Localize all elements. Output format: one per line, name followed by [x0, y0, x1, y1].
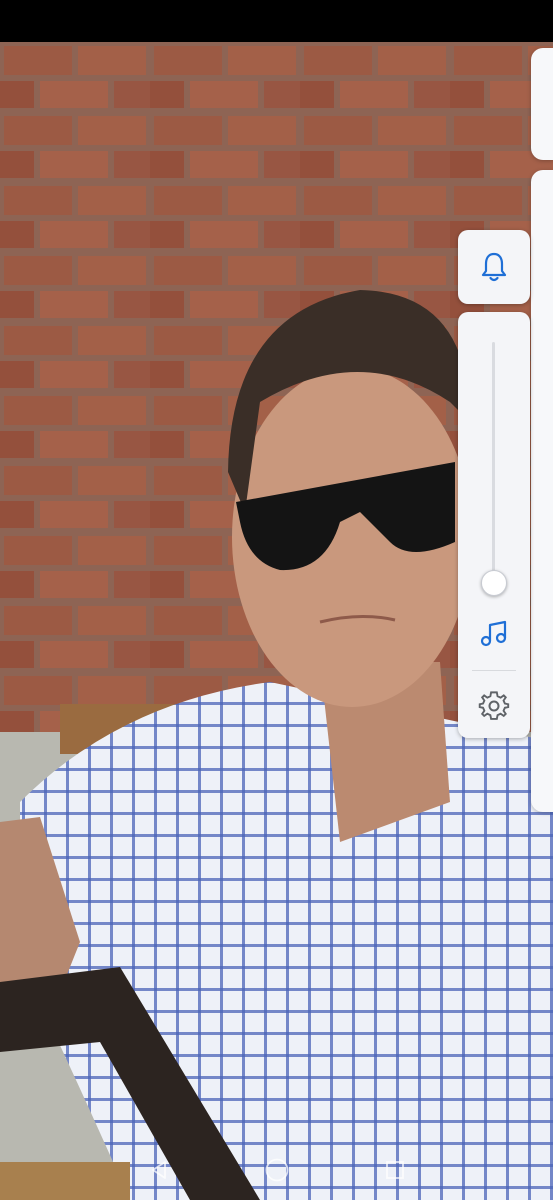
navigation-bar — [0, 1140, 553, 1200]
edge-panel-card-top[interactable] — [531, 48, 553, 160]
recents-square-icon — [385, 1161, 404, 1179]
volume-panel — [458, 312, 530, 738]
back-triangle-icon — [151, 1161, 166, 1179]
gear-icon — [478, 691, 510, 720]
volume-panel-divider — [472, 670, 516, 671]
media-volume-button[interactable] — [476, 616, 512, 652]
home-button[interactable] — [257, 1150, 297, 1190]
bell-icon — [481, 252, 507, 282]
sound-settings-button[interactable] — [476, 688, 512, 724]
back-button[interactable] — [139, 1150, 179, 1190]
volume-slider-thumb[interactable] — [481, 570, 507, 596]
home-circle-icon — [265, 1158, 288, 1182]
status-bar — [0, 0, 553, 42]
edge-panel-card-main[interactable] — [531, 170, 553, 812]
ringer-mode-button[interactable] — [458, 230, 530, 304]
volume-slider-track[interactable] — [492, 342, 495, 584]
recents-button[interactable] — [375, 1150, 415, 1190]
music-note-icon — [480, 620, 507, 647]
